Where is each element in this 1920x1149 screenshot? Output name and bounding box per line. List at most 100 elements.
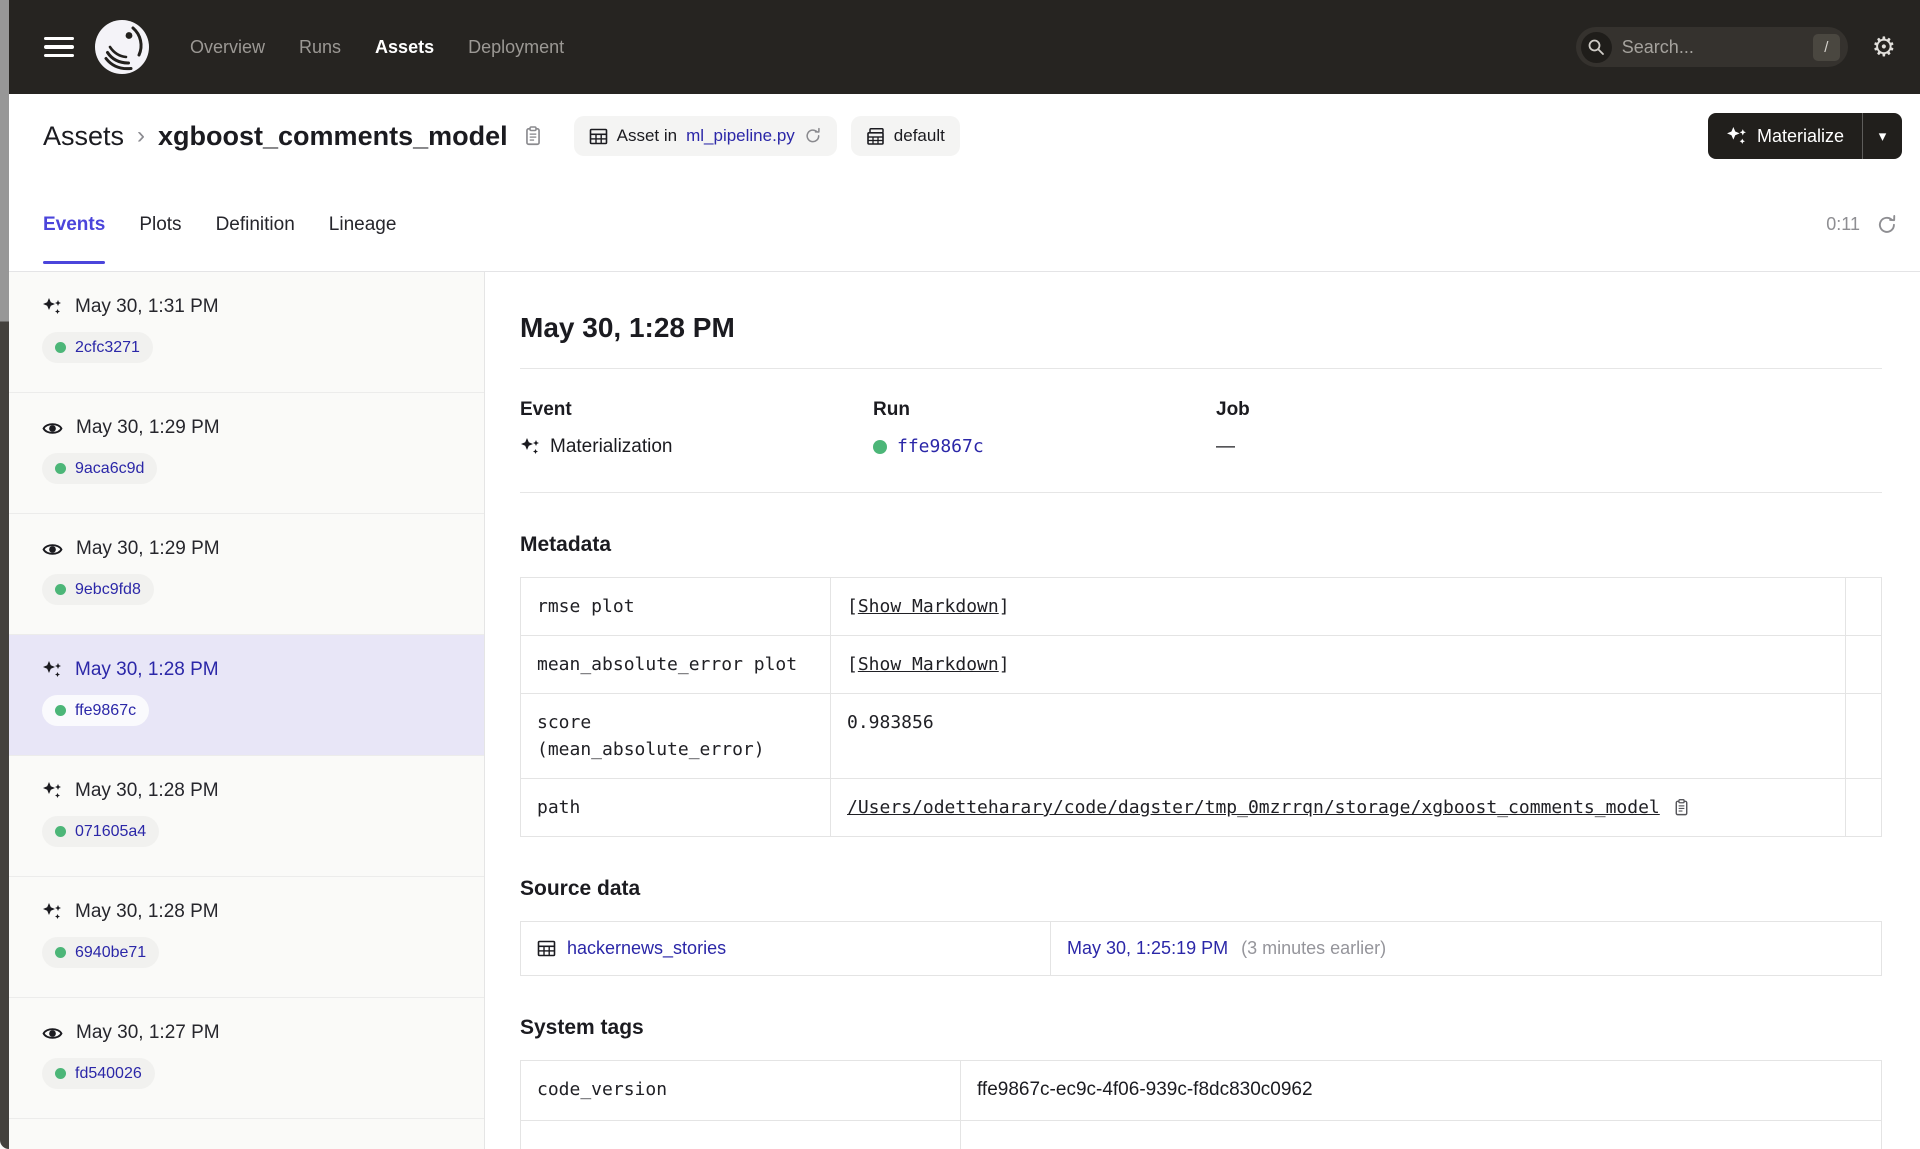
table-row: score (mean_absolute_error) 0.983856 (520, 693, 1882, 779)
event-time: May 30, 1:28 PM (75, 659, 219, 680)
observation-eye-icon (42, 539, 63, 560)
group-table-icon (866, 127, 884, 145)
nav-assets[interactable]: Assets (375, 37, 434, 58)
event-detail-panel: May 30, 1:28 PM Event Materialization Ru… (485, 272, 1920, 1149)
materialization-sparkle-icon (42, 297, 62, 317)
search-input[interactable] (1621, 36, 1803, 58)
materialization-sparkle-icon (42, 902, 62, 922)
nav-overview[interactable]: Overview (190, 37, 265, 58)
path-link[interactable]: /Users/odetteharary/code/dagster/tmp_0mz… (847, 794, 1660, 821)
asset-name: xgboost_comments_model (158, 120, 508, 151)
event-list-item-partial (0, 1119, 484, 1149)
event-time: May 30, 1:29 PM (76, 538, 220, 559)
table-row: mean_absolute_error plot [Show Markdown] (520, 635, 1882, 694)
event-time: May 30, 1:27 PM (76, 1022, 220, 1043)
breadcrumb-separator: › (137, 122, 146, 149)
dagster-logo[interactable] (94, 19, 150, 75)
table-row: rmse plot [Show Markdown] (520, 577, 1882, 636)
tab-plots[interactable]: Plots (139, 178, 181, 271)
run-status-dot (873, 439, 887, 454)
asset-tabs: Events Plots Definition Lineage 0:11 (0, 178, 1920, 272)
pipeline-file-link[interactable]: ml_pipeline.py (686, 126, 795, 146)
job-value: — (1216, 436, 1235, 457)
reload-definition-icon[interactable] (804, 127, 822, 145)
copy-asset-name-icon[interactable] (522, 125, 544, 147)
copy-path-icon[interactable] (1672, 798, 1691, 817)
metadata-key: score (mean_absolute_error) (520, 693, 831, 779)
event-list-item[interactable]: May 30, 1:27 PM fd540026 (0, 998, 484, 1119)
materialization-sparkle-icon (42, 781, 62, 801)
nav-deployment[interactable]: Deployment (468, 37, 564, 58)
breadcrumb: Assets › xgboost_comments_model (43, 121, 544, 152)
event-list-item[interactable]: May 30, 1:29 PM 9aca6c9d (0, 393, 484, 514)
caret-down-icon: ▾ (1878, 128, 1887, 145)
group-label: default (893, 126, 945, 145)
run-link[interactable]: 9ebc9fd8 (42, 574, 154, 605)
observation-eye-icon (42, 1023, 63, 1044)
event-list-item[interactable]: May 30, 1:29 PM 9ebc9fd8 (0, 514, 484, 635)
global-search[interactable]: / (1575, 27, 1848, 67)
event-list: May 30, 1:31 PM 2cfc3271 May 30, 1:29 PM… (0, 272, 485, 1149)
tab-definition[interactable]: Definition (216, 178, 295, 271)
event-list-item[interactable]: May 30, 1:28 PM 6940be71 (0, 877, 484, 998)
run-status-dot (55, 584, 66, 595)
breadcrumb-assets-link[interactable]: Assets (43, 121, 124, 152)
refresh-countdown: 0:11 (1826, 214, 1860, 234)
job-column-label: Job (1216, 399, 1250, 420)
run-status-dot (55, 705, 66, 716)
tab-lineage[interactable]: Lineage (329, 178, 397, 271)
top-nav: Overview Runs Assets Deployment / ⚙ (0, 0, 1920, 94)
table-row-partial (520, 1119, 1882, 1149)
run-id-link[interactable]: ffe9867c (897, 436, 984, 457)
table-row: path /Users/odetteharary/code/dagster/tm… (520, 778, 1882, 837)
source-data-heading: Source data (520, 877, 641, 900)
run-link[interactable]: ffe9867c (42, 695, 150, 726)
event-title: May 30, 1:28 PM (520, 312, 735, 343)
event-time: May 30, 1:28 PM (75, 780, 219, 801)
source-timestamp-link[interactable]: May 30, 1:25:19 PM (1067, 938, 1228, 958)
nav-runs[interactable]: Runs (299, 37, 341, 58)
event-type-value: Materialization (550, 436, 673, 457)
metadata-key: path (520, 778, 831, 837)
metadata-table: rmse plot [Show Markdown] mean_absolute_… (520, 577, 1882, 837)
run-status-dot (55, 826, 66, 837)
event-list-item[interactable]: May 30, 1:28 PM 071605a4 (0, 756, 484, 877)
run-status-dot (55, 463, 66, 474)
materialize-dropdown-button[interactable]: ▾ (1862, 113, 1902, 159)
show-markdown-link[interactable]: [Show Markdown] (847, 654, 1010, 675)
materialization-sparkle-icon (42, 660, 62, 680)
search-icon (1580, 31, 1612, 63)
run-link[interactable]: fd540026 (42, 1058, 155, 1089)
table-icon (537, 940, 556, 957)
table-row: code_version ffe9867c-ec9c-4f06-939c-f8d… (520, 1060, 1882, 1121)
source-asset-link[interactable]: hackernews_stories (567, 935, 726, 962)
source-data-table: hackernews_stories May 30, 1:25:19 PM (3… (520, 921, 1882, 976)
run-link[interactable]: 2cfc3271 (42, 332, 153, 363)
materialize-button[interactable]: Materialize (1707, 113, 1862, 159)
tab-events[interactable]: Events (43, 178, 106, 271)
run-status-dot (55, 342, 66, 353)
run-link[interactable]: 9aca6c9d (42, 453, 158, 484)
asset-group-pill[interactable]: default (850, 116, 960, 156)
asset-definition-pill[interactable]: Asset in ml_pipeline.py (573, 116, 837, 156)
refresh-icon[interactable] (1876, 214, 1898, 236)
system-tag-value: ffe9867c-ec9c-4f06-939c-f8dc830c0962 (960, 1060, 1882, 1121)
run-link[interactable]: 071605a4 (42, 816, 160, 847)
system-tags-heading: System tags (520, 1016, 644, 1039)
hamburger-menu-icon[interactable] (44, 36, 74, 58)
system-tags-table: code_version ffe9867c-ec9c-4f06-939c-f8d… (520, 1060, 1882, 1149)
sparkle-icon (1727, 126, 1746, 144)
run-column-label: Run (873, 399, 910, 420)
event-list-item[interactable]: May 30, 1:31 PM 2cfc3271 (0, 272, 484, 393)
metadata-key: rmse plot (520, 577, 831, 636)
metadata-value: 0.983856 (830, 693, 1846, 779)
run-status-dot (55, 947, 66, 958)
run-link[interactable]: 6940be71 (42, 937, 160, 968)
event-list-item-selected[interactable]: May 30, 1:28 PM ffe9867c (0, 635, 484, 756)
system-tag-key: code_version (520, 1060, 961, 1121)
metadata-heading: Metadata (520, 533, 612, 556)
table-row: hackernews_stories May 30, 1:25:19 PM (3… (520, 921, 1882, 976)
event-time: May 30, 1:31 PM (75, 296, 219, 317)
settings-gear-icon[interactable]: ⚙ (1872, 33, 1896, 61)
show-markdown-link[interactable]: [Show Markdown] (847, 596, 1010, 617)
